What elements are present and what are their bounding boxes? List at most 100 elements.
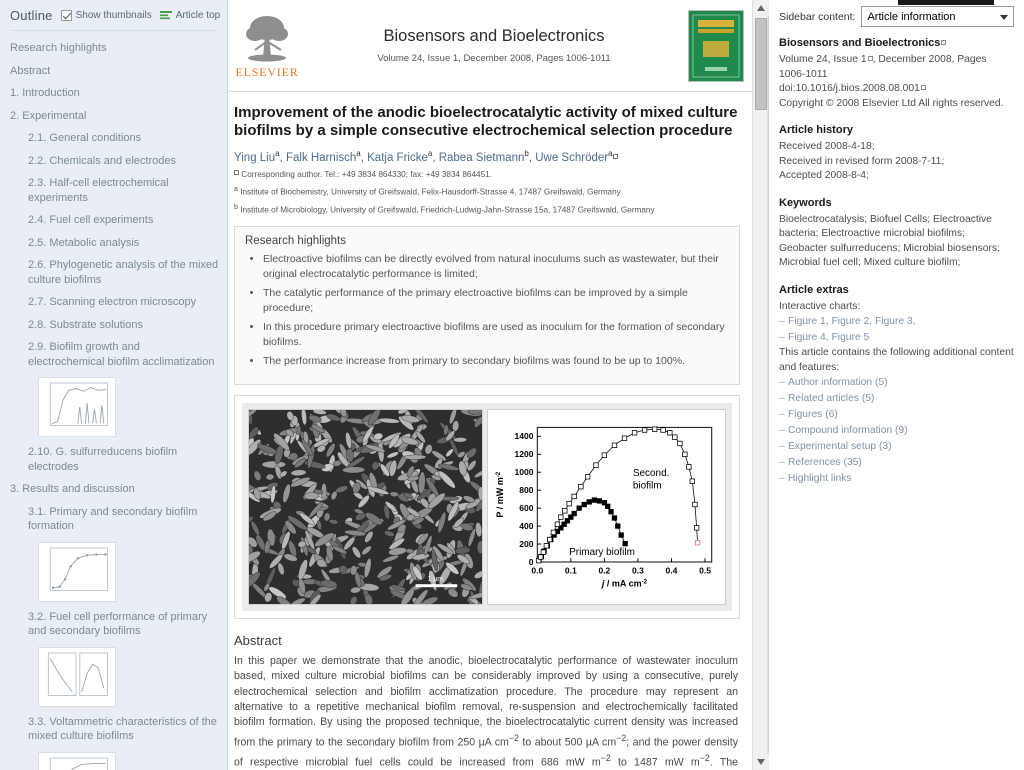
outline-item[interactable]: 2.7. Scanning electron microscopy — [10, 291, 219, 314]
research-highlight-item: In this procedure primary electroactive … — [263, 320, 729, 349]
outline-item[interactable]: 2.6. Phylogenetic analysis of the mixed … — [10, 254, 219, 291]
article-extra-link[interactable]: Compound information (9) — [779, 423, 1014, 439]
outline-item[interactable]: 2.5. Metabolic analysis — [10, 232, 219, 255]
svg-text:Primary biofilm: Primary biofilm — [569, 547, 635, 558]
outline-item[interactable]: Abstract — [10, 60, 219, 83]
article-extra-link[interactable]: Experimental setup (3) — [779, 439, 1014, 455]
external-link-icon[interactable] — [941, 40, 947, 45]
article-extras-list: Author information (5)Related articles (… — [779, 375, 1014, 487]
corresponding-author-icon[interactable] — [612, 153, 618, 159]
outline-item[interactable]: Research highlights — [10, 37, 219, 60]
author-name[interactable]: Katja Fricke — [367, 152, 428, 164]
outline-item[interactable]: 2.8. Substrate solutions — [10, 314, 219, 337]
show-thumbnails-label: Show thumbnails — [75, 10, 152, 21]
journal-cover-image[interactable] — [688, 9, 744, 82]
sidebar-journal-name: Biosensors and Bioelectronics — [779, 37, 1014, 49]
author-affiliation-marker: a — [427, 149, 433, 158]
affiliation-b: b Institute of Microbiology, University … — [232, 199, 742, 217]
outline-thumbnail[interactable] — [38, 377, 116, 437]
article-extra-link[interactable]: Author information (5) — [779, 375, 1014, 391]
svg-text:0.1: 0.1 — [565, 565, 577, 575]
graphical-abstract-figure[interactable]: 1 µm 0 200 400 600 800 1000 1200 1400 0.0 0.1 0.2 0… — [234, 394, 740, 619]
article-top-icon — [159, 11, 172, 20]
outline-item[interactable]: 2.9. Biofilm growth and electrochemical … — [10, 336, 219, 373]
article-top-label: Article top — [175, 10, 221, 21]
outline-list: Research highlights Abstract 1. Introducti… — [0, 37, 227, 770]
outline-thumbnail[interactable] — [38, 646, 116, 707]
author-affiliation-marker: a — [356, 149, 361, 158]
sidebar-content-select[interactable]: Article information — [861, 6, 1014, 27]
svg-text:1 µm: 1 µm — [427, 576, 443, 583]
scroll-down-arrow-icon[interactable] — [753, 754, 769, 770]
elsevier-wordmark: ELSEVIER — [235, 64, 299, 79]
affiliation-b-sup: b — [234, 203, 238, 211]
abstract-text: In this paper we demonstrate that the an… — [232, 654, 742, 770]
sidebar-copyright: Copyright © 2008 Elsevier Ltd All rights… — [779, 97, 1004, 109]
author-name[interactable]: Uwe Schröder — [535, 152, 608, 164]
outline-item[interactable]: 3.1. Primary and secondary biofilm forma… — [10, 501, 219, 538]
outline-header: Outline Show thumbnails Article top — [0, 0, 227, 28]
abstract-sup-4: −2 — [699, 752, 710, 763]
author-affiliation-marker: a — [275, 149, 280, 158]
outline-item[interactable]: 2. Experimental — [10, 105, 219, 128]
scroll-up-arrow-icon[interactable] — [753, 0, 769, 16]
show-thumbnails-checkbox[interactable]: Show thumbnails — [60, 10, 152, 21]
outline-item[interactable]: 3.3. Voltammetric characteristics of the… — [10, 711, 219, 748]
article-extra-link[interactable]: Figures (6) — [779, 407, 1014, 423]
article-content-pane: ELSEVIER Biosensors and Bioelectronics V… — [228, 0, 752, 770]
outline-item[interactable]: 3.2. Fuel cell performance of primary an… — [10, 606, 219, 643]
outline-item[interactable]: 2.1. General conditions — [10, 127, 219, 150]
journal-name: Biosensors and Bioelectronics — [383, 27, 605, 45]
checkbox-icon[interactable] — [60, 10, 72, 21]
author-name[interactable]: Rabea Sietmann — [439, 152, 525, 164]
outline-item[interactable]: 2.2. Chemicals and electrodes — [10, 150, 219, 173]
sidebar-doi: doi:10.1016/j.bios.2008.08.001 — [779, 82, 1014, 97]
chevron-down-icon — [1000, 14, 1008, 20]
additional-content-label: This article contains the following addi… — [779, 347, 1014, 373]
affiliation-a-text: Institute of Biochemistry, University of… — [240, 187, 621, 197]
outline-thumbnail[interactable] — [38, 751, 116, 770]
outline-item[interactable]: 1. Introduction — [10, 82, 219, 105]
right-sidebar: Sidebar content: Article information Bio… — [768, 0, 1022, 770]
article-extra-link[interactable]: References (35) — [779, 455, 1014, 471]
svg-text:j / mA cm-2: j / mA cm-2 — [601, 578, 648, 589]
journal-issue-line: Volume 24, Issue 1, December 2008, Pages… — [377, 53, 611, 64]
keywords-text: Bioelectrocatalysis; Biofuel Cells; Elec… — [779, 213, 1000, 269]
outline-item[interactable]: 2.4. Fuel cell experiments — [10, 209, 219, 232]
interactive-charts-line-1[interactable]: Figure 1, Figure 2, Figure 3, — [779, 314, 1014, 330]
doi-link-icon[interactable] — [920, 85, 926, 90]
article-top-link[interactable]: Article top — [159, 10, 221, 21]
sidebar-keywords-section: Keywords Bioelectrocatalysis; Biofuel Ce… — [779, 197, 1014, 271]
sidebar-content-selected-value: Article information — [867, 10, 956, 23]
scrollbar-thumb[interactable] — [755, 18, 767, 110]
corresponding-note: Corresponding author. Tel.: +49 3834 864… — [232, 166, 742, 181]
article-body: Improvement of the anodic bioelectrocata… — [228, 92, 752, 770]
history-received: Received 2008-4-18; — [779, 141, 875, 152]
outline-title: Outline — [10, 8, 53, 23]
svg-text:1400: 1400 — [515, 431, 534, 441]
outline-item[interactable]: 2.10. G. sulfurreducens biofilm electrod… — [10, 441, 219, 478]
main-scrollbar[interactable] — [752, 0, 769, 770]
author-name[interactable]: Ying Liu — [234, 152, 275, 164]
svg-text:1000: 1000 — [515, 467, 534, 477]
power-density-chart: 0 200 400 600 800 1000 1200 1400 0.0 0.1 0.2 0.3 0.4… — [487, 408, 726, 605]
outline-panel: Outline Show thumbnails Article top Rese… — [0, 0, 228, 770]
svg-text:0.2: 0.2 — [598, 565, 610, 575]
outline-thumbnail[interactable] — [38, 541, 116, 602]
sidebar-doi-text: doi:10.1016/j.bios.2008.08.001 — [779, 83, 920, 94]
svg-text:1200: 1200 — [515, 449, 534, 459]
abstract-heading: Abstract — [234, 632, 282, 648]
sem-micrograph-image: 1 µm — [241, 403, 492, 611]
graphical-abstract-inner: 1 µm 0 200 400 600 800 1000 1200 1400 0.0 0.1 0.2 0… — [241, 402, 732, 611]
journal-info: Biosensors and Bioelectronics Volume 24,… — [300, 27, 688, 64]
svg-text:0.3: 0.3 — [632, 565, 644, 575]
outline-item[interactable]: 2.3. Half-cell electrochemical experimen… — [10, 172, 219, 209]
research-highlights-box: Research highlights Electroactive biofil… — [234, 226, 740, 385]
outline-item[interactable]: 3. Results and discussion — [10, 478, 219, 501]
article-extra-link[interactable]: Highlight links — [779, 471, 1014, 487]
interactive-charts-line-2[interactable]: Figure 4, Figure 5 — [779, 330, 1014, 346]
author-name[interactable]: Falk Harnisch — [286, 152, 356, 164]
article-extra-link[interactable]: Related articles (5) — [779, 391, 1014, 407]
elsevier-tree-icon — [241, 11, 293, 64]
journal-header: ELSEVIER Biosensors and Bioelectronics V… — [228, 0, 752, 92]
